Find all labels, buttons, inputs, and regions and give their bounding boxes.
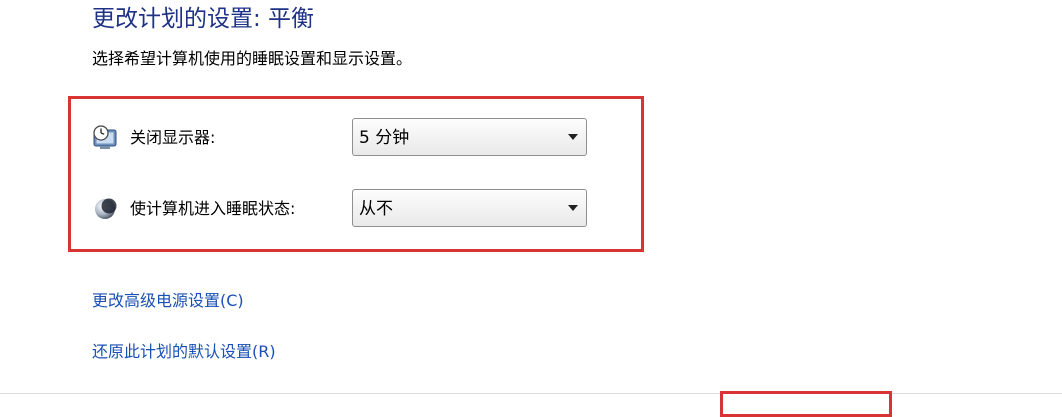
setting-label-display: 关闭显示器: [130, 128, 216, 147]
page-title: 更改计划的设置: 平衡 [92, 6, 315, 32]
chevron-down-icon [568, 134, 578, 140]
monitor-clock-icon [92, 124, 120, 152]
sleep-value: 从不 [359, 199, 393, 219]
bottom-divider [0, 393, 1062, 394]
advanced-power-settings-link[interactable]: 更改高级电源设置(C) [92, 289, 244, 313]
moon-sleep-icon [92, 195, 120, 223]
display-off-dropdown[interactable]: 5 分钟 [352, 118, 587, 156]
setting-label-sleep: 使计算机进入睡眠状态: [130, 199, 296, 218]
page-subtitle: 选择希望计算机使用的睡眠设置和显示设置。 [92, 49, 413, 68]
restore-defaults-link[interactable]: 还原此计划的默认设置(R) [92, 340, 276, 364]
chevron-down-icon [568, 205, 578, 211]
setting-row-display: 关闭显示器: 5 分钟 [92, 118, 592, 158]
sleep-dropdown[interactable]: 从不 [352, 189, 587, 227]
highlight-box-bottom [720, 391, 892, 417]
setting-row-sleep: 使计算机进入睡眠状态: 从不 [92, 189, 592, 229]
display-off-value: 5 分钟 [359, 128, 410, 148]
